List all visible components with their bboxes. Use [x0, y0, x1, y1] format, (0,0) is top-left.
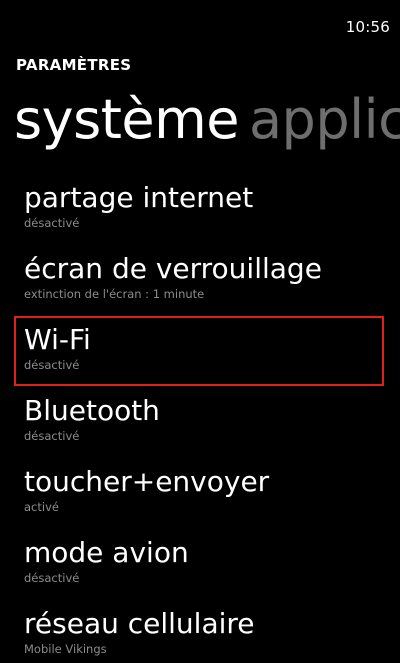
settings-list: partage internet désactivé écran de verr…: [0, 180, 400, 663]
setting-status: extinction de l'écran : 1 minute: [24, 287, 205, 301]
setting-cellular[interactable]: réseau cellulaire Mobile Vikings: [0, 606, 400, 663]
setting-lock-screen[interactable]: écran de verrouillage extinction de l'éc…: [0, 251, 400, 319]
setting-title: réseau cellulaire: [24, 607, 255, 640]
setting-title: Bluetooth: [24, 394, 160, 427]
setting-title: mode avion: [24, 536, 189, 569]
setting-status: Mobile Vikings: [24, 642, 107, 656]
pivot-item-systeme[interactable]: système: [14, 88, 239, 151]
settings-screen: 10:56 PARAMÈTRES système applic partage i…: [0, 0, 400, 663]
setting-status: désactivé: [24, 429, 80, 443]
setting-bluetooth[interactable]: Bluetooth désactivé: [0, 393, 400, 461]
setting-status: désactivé: [24, 216, 80, 230]
setting-title: écran de verrouillage: [24, 252, 322, 285]
app-title: PARAMÈTRES: [16, 56, 132, 74]
setting-internet-sharing[interactable]: partage internet désactivé: [0, 180, 400, 248]
setting-title: toucher+envoyer: [24, 465, 270, 498]
setting-title: partage internet: [24, 181, 254, 214]
setting-status: désactivé: [24, 358, 80, 372]
setting-airplane-mode[interactable]: mode avion désactivé: [0, 535, 400, 603]
pivot-item-applications[interactable]: applic: [249, 88, 400, 151]
pivot-header: système applic: [14, 88, 400, 152]
setting-status: désactivé: [24, 571, 80, 585]
setting-title: Wi-Fi: [24, 323, 91, 356]
clock: 10:56: [345, 18, 390, 36]
setting-wifi[interactable]: Wi-Fi désactivé: [0, 316, 400, 390]
setting-status: activé: [24, 500, 59, 514]
status-bar: 10:56: [0, 0, 400, 40]
setting-tap-send[interactable]: toucher+envoyer activé: [0, 464, 400, 532]
